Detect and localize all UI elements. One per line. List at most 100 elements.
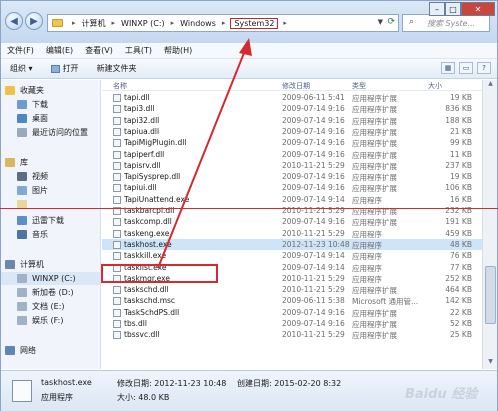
file-size: 76 KB	[450, 251, 472, 261]
column-type[interactable]: 类型	[352, 81, 366, 91]
file-row[interactable]: tapiua.dll 2009-07-14 9:16 应用程序扩展 21 KB	[102, 126, 482, 137]
nav-computer[interactable]: 计算机	[5, 258, 105, 271]
minimize-button[interactable]: –	[429, 2, 445, 16]
file-date: 2012-11-23 10:48	[282, 239, 350, 249]
organize-button[interactable]: 组织 ▾	[1, 63, 42, 74]
file-row[interactable]: taskschd.dll 2010-11-21 5:29 应用程序扩展 464 KB	[102, 284, 482, 295]
file-name: TaskSchdPS.dll	[124, 307, 180, 317]
file-row[interactable]: tapi3.dll 2009-07-14 9:16 应用程序扩展 836 KB	[102, 103, 482, 114]
nav-label: 文档 (E:)	[32, 302, 65, 311]
menu-help[interactable]: 帮助(H)	[158, 45, 198, 56]
file-row[interactable]: taskhost.exe 2012-11-23 10:48 应用程序 48 KB	[102, 238, 482, 250]
file-date: 2009-07-14 9:14	[282, 262, 345, 272]
breadcrumb-system32[interactable]: System32	[230, 17, 279, 29]
menu-edit[interactable]: 编辑(E)	[40, 45, 79, 56]
file-row[interactable]: tapiui.dll 2009-07-14 9:16 应用程序扩展 106 KB	[102, 182, 482, 193]
file-icon	[113, 173, 121, 182]
address-bar[interactable]: ▸ 计算机 ▸ WINXP (C:) ▸ Windows ▸ System32 …	[47, 14, 399, 32]
open-label: 打开	[62, 64, 79, 73]
file-row[interactable]: tapiperf.dll 2009-07-14 9:16 应用程序扩展 11 KB	[102, 149, 482, 160]
nav-label: 网络	[20, 346, 36, 355]
file-date: 2009-06-11 5:38	[282, 296, 345, 306]
help-button[interactable]: ?	[477, 62, 491, 74]
file-row[interactable]: tapi32.dll 2009-07-14 9:16 应用程序扩展 188 KB	[102, 115, 482, 126]
column-name[interactable]: 名称	[113, 81, 127, 91]
vertical-scrollbar[interactable]: ▲ ▼	[482, 80, 497, 369]
file-icon	[113, 320, 121, 328]
file-row[interactable]: TapiSysprep.dll 2009-07-14 9:16 应用程序扩展 19 K…	[102, 171, 482, 182]
file-row[interactable]: tapisrv.dll 2010-11-21 5:29 应用程序扩展 237 KB	[102, 160, 482, 171]
scrollbar-thumb[interactable]	[485, 266, 496, 324]
file-date: 2009-06-11 5:41	[282, 93, 345, 102]
desktop-icon	[17, 114, 27, 123]
file-icon	[113, 184, 121, 193]
file-row[interactable]: taskbarcpl.dll 2010-11-21 5:29 应用程序扩展 232 K…	[102, 205, 482, 216]
breadcrumb-chevron-icon: ▸	[72, 19, 76, 27]
network-icon	[5, 346, 15, 355]
refresh-icon[interactable]: ⟳	[387, 17, 395, 27]
file-row[interactable]: TapiUnattend.exe 2009-07-14 9:14 应用程序 16 KB	[102, 194, 482, 205]
file-name: tapi32.dll	[124, 115, 160, 125]
file-row[interactable]: tbs.dll 2009-07-14 9:16 应用程序扩展 52 KB	[102, 318, 482, 329]
nav-favorites[interactable]: 收藏夹	[5, 84, 105, 97]
maximize-button[interactable]: □	[445, 2, 461, 16]
file-date: 2009-07-14 9:14	[282, 251, 345, 261]
menu-file[interactable]: 文件(F)	[1, 45, 40, 56]
close-button[interactable]: ✕	[461, 2, 495, 16]
file-date: 2009-07-14 9:16	[282, 115, 345, 125]
file-size: 99 KB	[450, 138, 472, 148]
file-size: 19 KB	[450, 93, 472, 102]
breadcrumb-chevron-icon: ▸	[283, 19, 287, 27]
scroll-down-icon[interactable]: ▼	[483, 358, 498, 369]
file-date: 2009-07-14 9:16	[282, 126, 345, 136]
new-folder-button[interactable]: 新建文件夹	[88, 63, 146, 74]
file-name: tapiperf.dll	[124, 149, 165, 159]
file-row[interactable]: TaskSchdPS.dll 2009-07-14 9:16 应用程序扩展 22 KB	[102, 307, 482, 318]
scroll-up-icon[interactable]: ▲	[483, 80, 498, 91]
file-row[interactable]: TapiMigPlugin.dll 2009-07-14 9:16 应用程序扩展 99…	[102, 137, 482, 148]
file-date: 2009-07-14 9:14	[282, 194, 345, 204]
xunlei-icon	[17, 216, 27, 225]
file-row[interactable]: taskkill.exe 2009-07-14 9:14 应用程序 76 KB	[102, 250, 482, 261]
annotation-highlight-box	[101, 264, 218, 283]
breadcrumb-computer[interactable]: 计算机	[81, 18, 107, 29]
file-size: 16 KB	[450, 194, 472, 204]
open-icon	[50, 64, 60, 73]
file-size: 19 KB	[450, 172, 472, 182]
file-icon	[113, 161, 121, 170]
back-arrow-icon: ◀	[10, 15, 18, 27]
breadcrumb-c-drive[interactable]: WINXP (C:)	[120, 19, 166, 28]
drive-icon	[17, 316, 27, 325]
menu-view[interactable]: 查看(V)	[79, 45, 119, 56]
search-placeholder: 搜索 Syste...	[427, 19, 476, 28]
menu-tools[interactable]: 工具(T)	[119, 45, 158, 56]
file-size: 77 KB	[450, 262, 472, 272]
file-name: taskeng.exe	[124, 228, 170, 238]
file-row[interactable]: tapi.dll 2009-06-11 5:41 应用程序扩展 19 KB	[102, 92, 482, 103]
search-input[interactable]: ⌕ 搜索 Syste...	[402, 14, 490, 32]
open-button[interactable]: 打开	[42, 63, 88, 74]
forward-button[interactable]: ▶	[25, 12, 43, 30]
back-button[interactable]: ◀	[5, 12, 23, 30]
file-row[interactable]: taskeng.exe 2010-11-21 5:29 应用程序 459 KB	[102, 228, 482, 239]
column-size[interactable]: 大小	[428, 81, 442, 91]
nav-label: 库	[20, 158, 28, 167]
file-date: 2009-07-14 9:16	[282, 307, 345, 317]
nav-network[interactable]: 网络	[5, 344, 105, 357]
preview-pane-button[interactable]: ▭	[459, 62, 473, 74]
file-row[interactable]: taskschd.msc 2009-06-11 5:38 Microsoft 通用管…	[102, 295, 482, 306]
music-icon	[17, 230, 27, 239]
file-date: 2009-07-14 9:16	[282, 319, 345, 328]
file-row[interactable]: tbssvc.dll 2010-11-21 5:29 应用程序扩展 25 KB	[102, 329, 482, 340]
breadcrumb-chevron-icon: ▸	[170, 19, 175, 27]
nav-libraries[interactable]: 库	[5, 156, 105, 169]
column-date[interactable]: 修改日期	[282, 81, 310, 91]
file-row[interactable]: taskcomp.dll 2009-07-14 9:16 应用程序扩展 191 KB	[102, 216, 482, 227]
file-date: 2009-07-14 9:16	[282, 217, 345, 227]
details-size: 大小: 48.0 KB	[117, 393, 170, 402]
nav-c-drive[interactable]: WINXP (C:)	[1, 272, 101, 285]
breadcrumb-windows[interactable]: Windows	[179, 19, 217, 28]
file-icon	[113, 252, 121, 261]
address-dropdown-icon[interactable]: ▼	[378, 18, 383, 26]
view-options-button[interactable]: ▦	[441, 62, 455, 74]
